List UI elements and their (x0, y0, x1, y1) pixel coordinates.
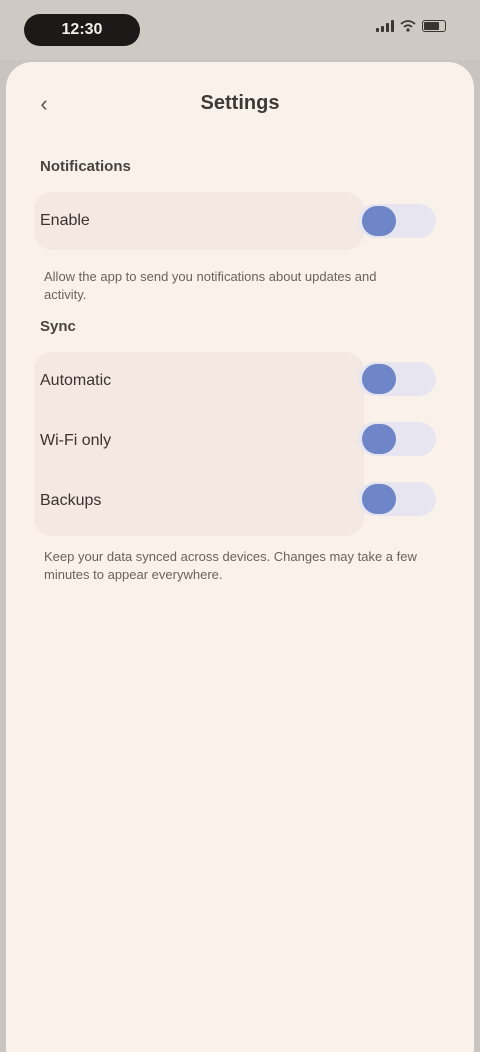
toggle-knob (362, 364, 396, 394)
toggle-wifi-only[interactable] (358, 422, 436, 456)
status-bar: 12:30 (0, 0, 480, 60)
toggle-knob (362, 424, 396, 454)
section-header-sync: Sync (40, 318, 76, 335)
toggle-enable[interactable] (358, 204, 436, 238)
row-label-backups: Backups (40, 492, 102, 509)
wifi-icon (400, 20, 416, 32)
row-label-wifi-only: Wi-Fi only (40, 432, 112, 449)
toggle-automatic[interactable] (358, 362, 436, 396)
settings-sheet: ‹ Settings Notifications Enable Allow th… (6, 62, 474, 1052)
section-header-notifications: Notifications (40, 158, 131, 175)
nav-bar: ‹ Settings (6, 86, 474, 122)
toggle-backups[interactable] (358, 482, 436, 516)
section-note-sync: Keep your data synced across devices. Ch… (44, 549, 417, 582)
signal-icon (376, 20, 394, 32)
battery-icon (422, 20, 446, 32)
status-time: 12:30 (24, 14, 140, 46)
toggle-knob (362, 206, 396, 236)
section-note-notifications: Allow the app to send you notifications … (44, 269, 377, 302)
status-icons (376, 20, 446, 32)
page-title: Settings (200, 92, 280, 114)
row-label-automatic: Automatic (40, 372, 112, 389)
row-label-enable: Enable (40, 212, 90, 229)
toggle-knob (362, 484, 396, 514)
